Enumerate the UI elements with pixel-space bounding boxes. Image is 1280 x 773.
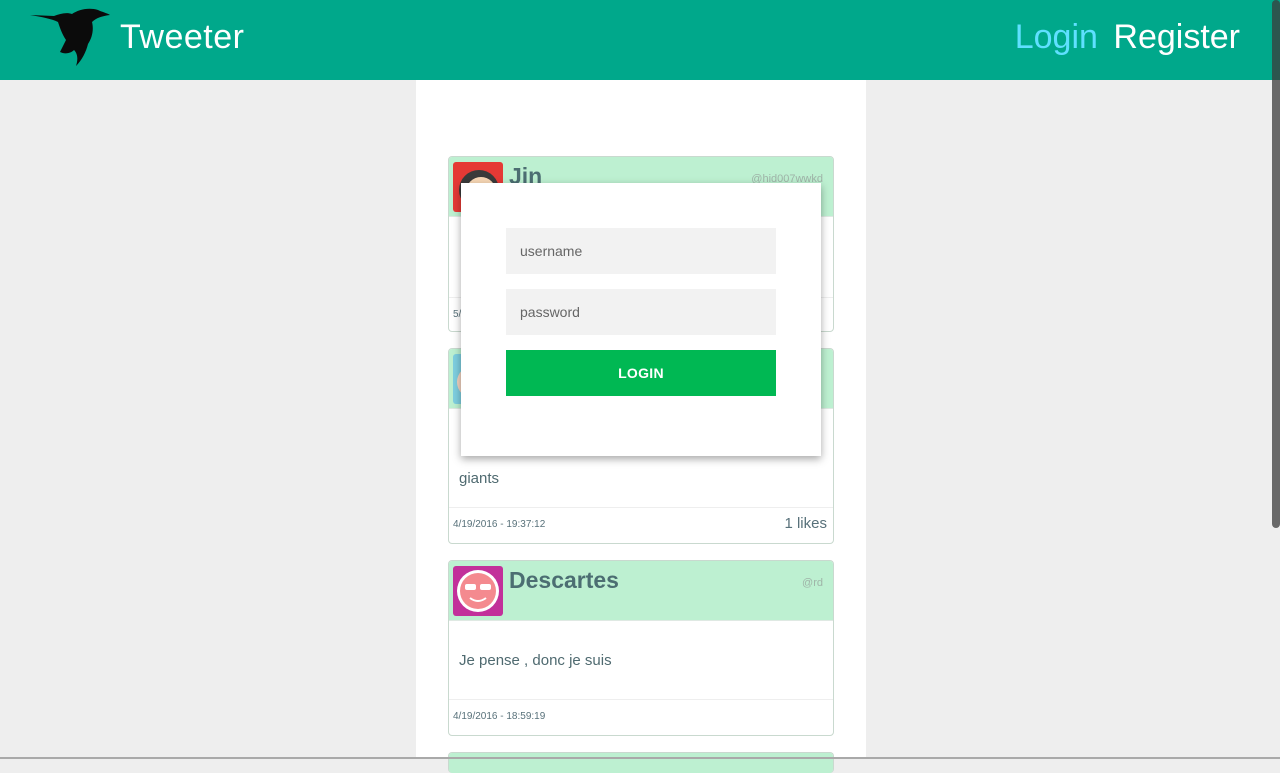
tweet-footer: 4/19/2016 - 18:59:19 [449,700,833,734]
tweet-card [448,752,834,773]
login-modal: LOGIN [461,183,821,456]
tweet-author-name[interactable]: Descartes [509,567,619,594]
login-submit-button[interactable]: LOGIN [506,350,776,396]
tweet-card-header [449,753,833,773]
tweet-footer: 4/19/2016 - 19:37:12 1 likes [449,508,833,542]
top-navbar: Tweeter Login Register [0,0,1280,528]
scrollbar-thumb[interactable] [1272,0,1280,528]
username-input[interactable] [506,228,776,274]
tweet-date: 4/19/2016 - 18:59:19 [453,711,546,722]
login-link[interactable]: Login [1015,18,1098,56]
password-input[interactable] [506,289,776,335]
brand-title[interactable]: Tweeter [120,18,244,57]
tweet-author-handle[interactable]: @rd [802,577,823,589]
auth-nav: Login Register [1015,18,1240,57]
tweet-body: Je pense , donc je suis [449,621,833,700]
tweet-card-header: Descartes @rd [449,561,833,621]
hummingbird-logo-icon[interactable] [28,8,112,68]
avatar[interactable] [453,566,503,616]
register-link[interactable]: Register [1113,18,1240,56]
tweet-date: 4/19/2016 - 19:37:12 [453,519,546,530]
tweet-card: Descartes @rd Je pense , donc je suis 4/… [448,560,834,736]
tweet-likes[interactable]: 1 likes [784,515,827,532]
